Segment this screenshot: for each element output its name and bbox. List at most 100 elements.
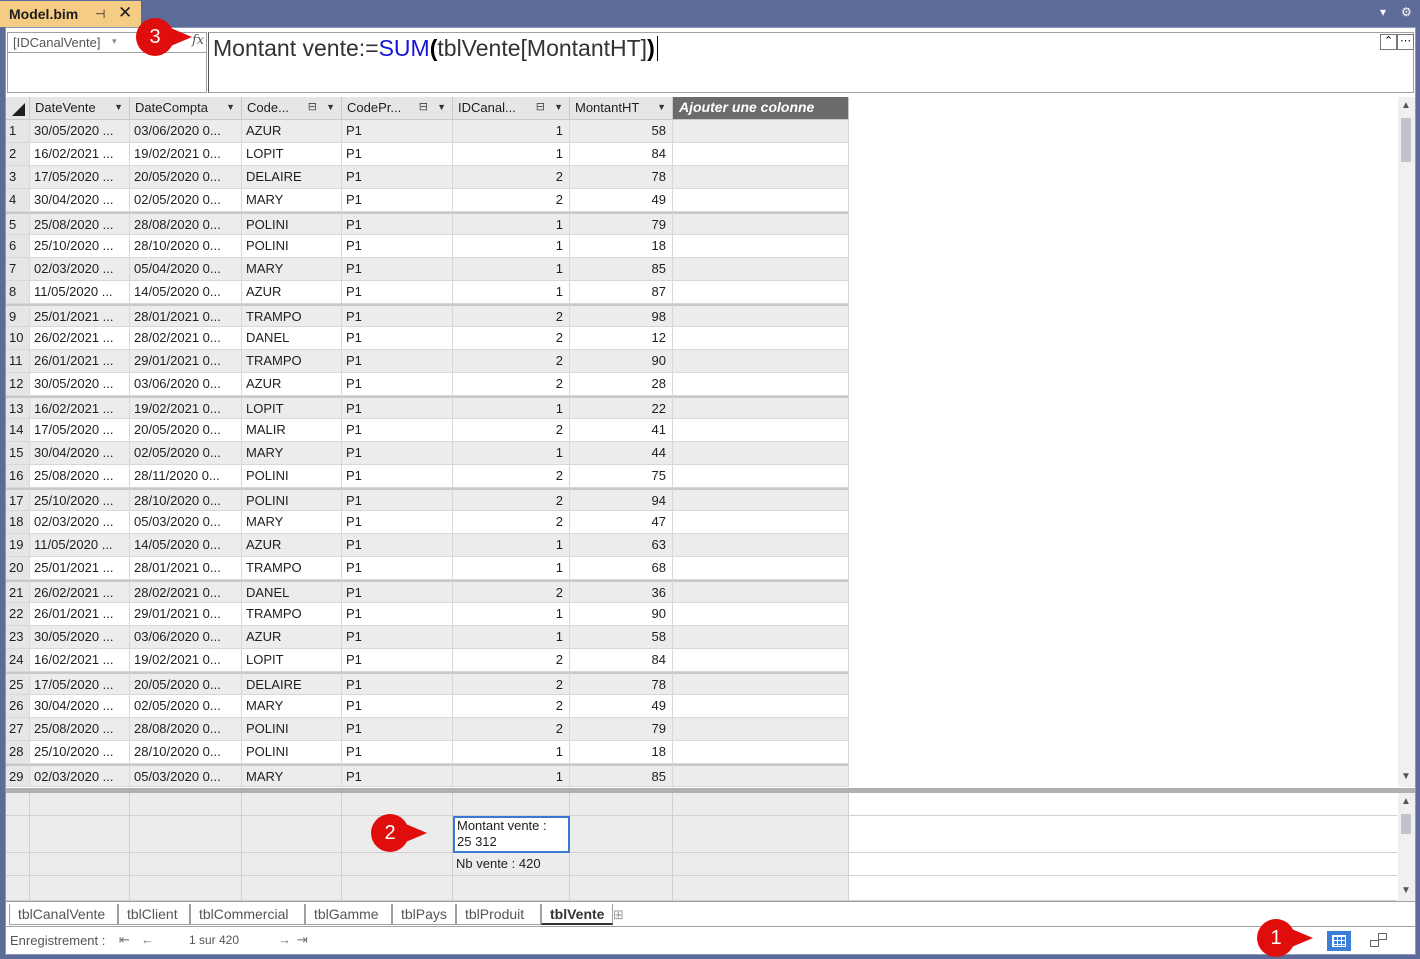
table-cell[interactable]: 28	[570, 373, 673, 396]
table-cell[interactable]: P1	[342, 419, 453, 442]
table-row[interactable]: 26 30/04/2020 ... 02/05/2020 0... MARY P1 2 49	[6, 695, 849, 718]
add-column-cell[interactable]	[673, 143, 849, 166]
measure-cell[interactable]	[453, 793, 570, 816]
measure-cell[interactable]	[6, 793, 30, 816]
table-cell[interactable]: 12	[570, 327, 673, 350]
close-icon[interactable]: ✕	[118, 3, 132, 23]
table-row[interactable]: 8 11/05/2020 ... 14/05/2020 0... AZUR P1 1 87	[6, 281, 849, 304]
measure-grid-scrollbar[interactable]: ▲ ▼	[1398, 793, 1415, 901]
table-row[interactable]: 13 16/02/2021 ... 19/02/2021 0... LOPIT P1 1 2…	[6, 396, 849, 419]
scroll-down-icon[interactable]: ▼	[1401, 771, 1411, 782]
column-header[interactable]: MontantHT ▼	[570, 97, 673, 120]
table-cell[interactable]: 2	[453, 419, 570, 442]
table-cell[interactable]: 29/01/2021 0...	[130, 350, 242, 373]
table-cell[interactable]: 85	[570, 764, 673, 787]
add-column-cell[interactable]	[673, 488, 849, 511]
table-cell[interactable]: P1	[342, 166, 453, 189]
row-number[interactable]: 15	[6, 442, 30, 465]
table-cell[interactable]: 17/05/2020 ...	[30, 419, 130, 442]
row-number[interactable]: 27	[6, 718, 30, 741]
table-cell[interactable]: 79	[570, 212, 673, 235]
add-column-cell[interactable]	[673, 557, 849, 580]
table-cell[interactable]: 20/05/2020 0...	[130, 419, 242, 442]
column-header[interactable]: Code... ⊟ ▼	[242, 97, 342, 120]
table-cell[interactable]: DANEL	[242, 580, 342, 603]
table-cell[interactable]: 25/10/2020 ...	[30, 488, 130, 511]
table-cell[interactable]: 84	[570, 649, 673, 672]
table-row[interactable]: 14 17/05/2020 ... 20/05/2020 0... MALIR P1 2 4…	[6, 419, 849, 442]
table-cell[interactable]: P1	[342, 396, 453, 419]
table-row[interactable]: 27 25/08/2020 ... 28/08/2020 0... POLINI P1 2…	[6, 718, 849, 741]
table-cell[interactable]: 68	[570, 557, 673, 580]
table-row[interactable]: 29 02/03/2020 ... 05/03/2020 0... MARY P1 1 85	[6, 764, 849, 787]
measure-cell[interactable]	[30, 876, 130, 901]
table-cell[interactable]: P1	[342, 235, 453, 258]
table-cell[interactable]: 05/03/2020 0...	[130, 511, 242, 534]
table-cell[interactable]: 02/05/2020 0...	[130, 695, 242, 718]
table-cell[interactable]: P1	[342, 442, 453, 465]
table-cell[interactable]: 05/03/2020 0...	[130, 764, 242, 787]
column-header[interactable]: IDCanal... ⊟ ▼	[453, 97, 570, 120]
measure-cell[interactable]	[570, 876, 673, 901]
table-cell[interactable]: P1	[342, 304, 453, 327]
row-number[interactable]: 5	[6, 212, 30, 235]
table-cell[interactable]: P1	[342, 327, 453, 350]
add-column-cell[interactable]	[673, 419, 849, 442]
table-row[interactable]: 5 25/08/2020 ... 28/08/2020 0... POLINI P1 1 7…	[6, 212, 849, 235]
measure-cell[interactable]	[342, 853, 453, 876]
table-cell[interactable]: 14/05/2020 0...	[130, 534, 242, 557]
sheet-tab-tblgamme[interactable]: tblGamme	[305, 904, 392, 925]
table-cell[interactable]: 94	[570, 488, 673, 511]
table-cell[interactable]: 26/02/2021 ...	[30, 327, 130, 350]
table-cell[interactable]: 2	[453, 327, 570, 350]
first-record-icon[interactable]: ⇤	[119, 932, 130, 948]
add-column-cell[interactable]	[673, 120, 849, 143]
pin-icon[interactable]: ⊣	[95, 7, 105, 21]
table-cell[interactable]: 79	[570, 718, 673, 741]
add-column-cell[interactable]	[673, 534, 849, 557]
table-cell[interactable]: MARY	[242, 511, 342, 534]
column-header[interactable]: DateCompta ▼	[130, 97, 242, 120]
measure-cell[interactable]	[673, 816, 849, 853]
add-column-cell[interactable]	[673, 189, 849, 212]
measure-nb-vente[interactable]: Nb vente : 420	[453, 853, 570, 876]
table-row[interactable]: 22 26/01/2021 ... 29/01/2021 0... TRAMPO P1 1…	[6, 603, 849, 626]
measure-cell[interactable]	[453, 876, 570, 901]
column-filter-dropdown-icon[interactable]: ▼	[657, 102, 666, 112]
table-cell[interactable]: POLINI	[242, 488, 342, 511]
table-cell[interactable]: 26/01/2021 ...	[30, 350, 130, 373]
table-cell[interactable]: MARY	[242, 695, 342, 718]
row-number[interactable]: 21	[6, 580, 30, 603]
table-cell[interactable]: MARY	[242, 764, 342, 787]
add-column-cell[interactable]	[673, 741, 849, 764]
table-cell[interactable]: POLINI	[242, 741, 342, 764]
table-cell[interactable]: POLINI	[242, 718, 342, 741]
table-cell[interactable]: AZUR	[242, 120, 342, 143]
measure-cell[interactable]	[6, 816, 30, 853]
last-record-icon[interactable]: ⇥	[297, 932, 308, 948]
table-cell[interactable]: 49	[570, 695, 673, 718]
table-row[interactable]: 23 30/05/2020 ... 03/06/2020 0... AZUR P1 1 58	[6, 626, 849, 649]
measure-cell[interactable]	[570, 793, 673, 816]
table-cell[interactable]: 47	[570, 511, 673, 534]
table-cell[interactable]: P1	[342, 741, 453, 764]
add-column-cell[interactable]	[673, 626, 849, 649]
table-row[interactable]: 20 25/01/2021 ... 28/01/2021 0... TRAMPO P1 1…	[6, 557, 849, 580]
table-cell[interactable]: 2	[453, 488, 570, 511]
table-cell[interactable]: 30/05/2020 ...	[30, 120, 130, 143]
row-number[interactable]: 1	[6, 120, 30, 143]
table-cell[interactable]: 41	[570, 419, 673, 442]
table-row[interactable]: 11 26/01/2021 ... 29/01/2021 0... TRAMPO P1 2…	[6, 350, 849, 373]
column-header[interactable]: CodePr... ⊟ ▼	[342, 97, 453, 120]
table-cell[interactable]: 28/10/2020 0...	[130, 488, 242, 511]
table-cell[interactable]: 1	[453, 442, 570, 465]
table-cell[interactable]: 1	[453, 396, 570, 419]
table-row[interactable]: 10 26/02/2021 ... 28/02/2021 0... DANEL P1 2 1…	[6, 327, 849, 350]
table-cell[interactable]: 26/01/2021 ...	[30, 603, 130, 626]
table-cell[interactable]: 19/02/2021 0...	[130, 143, 242, 166]
sheet-tab-tblcanalvente[interactable]: tblCanalVente	[9, 904, 118, 925]
table-cell[interactable]: P1	[342, 557, 453, 580]
row-number[interactable]: 26	[6, 695, 30, 718]
table-cell[interactable]: 17/05/2020 ...	[30, 672, 130, 695]
scroll-thumb[interactable]	[1401, 814, 1411, 834]
